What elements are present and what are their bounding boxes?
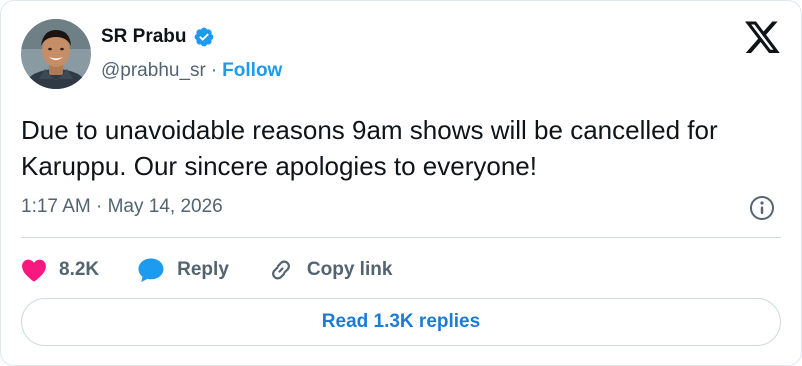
author-name-row: SR Prabu bbox=[101, 26, 215, 48]
user-avatar-image bbox=[21, 19, 91, 89]
verified-badge-icon bbox=[193, 26, 215, 48]
action-bar: 8.2K Reply Copy link bbox=[21, 253, 392, 287]
tweet-text: Due to unavoidable reasons 9am shows wil… bbox=[21, 115, 718, 181]
handle-separator: · bbox=[210, 60, 218, 81]
author-display-name[interactable]: SR Prabu bbox=[101, 26, 187, 48]
tweet-card: SR Prabu @prabhu_sr · Follow Due to unav… bbox=[0, 0, 802, 366]
copy-link-button[interactable]: Copy link bbox=[267, 256, 393, 284]
avatar[interactable] bbox=[21, 19, 91, 89]
like-button[interactable]: 8.2K bbox=[21, 258, 99, 282]
info-icon[interactable] bbox=[749, 195, 775, 221]
author-handle-row: @prabhu_sr · Follow bbox=[101, 60, 282, 82]
tweet-timestamp[interactable]: 1:17 AM · May 14, 2026 bbox=[21, 196, 223, 218]
divider bbox=[21, 237, 781, 238]
copy-link-label: Copy link bbox=[306, 259, 393, 280]
read-replies-button[interactable]: Read 1.3K replies bbox=[21, 298, 781, 346]
like-count: 8.2K bbox=[59, 259, 100, 280]
heart-icon bbox=[22, 259, 46, 282]
reply-label: Reply bbox=[177, 259, 229, 280]
x-logo-icon[interactable] bbox=[745, 21, 781, 55]
follow-button[interactable]: Follow bbox=[222, 60, 282, 82]
link-icon bbox=[271, 260, 290, 280]
reply-bubble-icon bbox=[138, 258, 164, 282]
author-handle[interactable]: @prabhu_sr bbox=[101, 60, 206, 82]
reply-button[interactable]: Reply bbox=[137, 257, 229, 283]
